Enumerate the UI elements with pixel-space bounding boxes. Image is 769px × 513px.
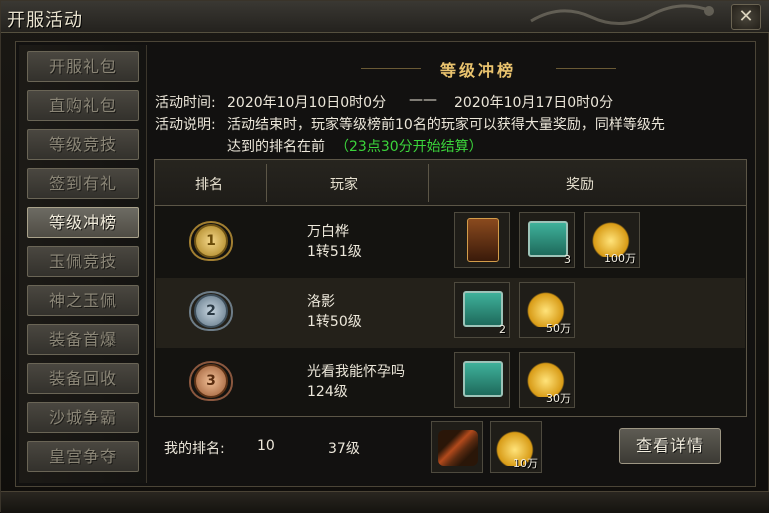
reward-slot[interactable]: 2 <box>454 282 510 338</box>
header-divider <box>428 164 429 202</box>
header-divider <box>266 164 267 202</box>
rank-table: 排名 玩家 奖励 1 万白桦 1转51级 3 100万 2 洛影 1转50级 2… <box>154 159 747 417</box>
player-level: 1转51级 <box>307 244 362 260</box>
window-title: 开服活动 <box>7 10 83 31</box>
time-end: 2020年10月17日0时0分 <box>454 95 614 111</box>
sidebar-item-god-jade[interactable]: 神之玉佩 <box>27 285 139 316</box>
time-start: 2020年10月10日0时0分 <box>227 95 387 111</box>
chest-icon <box>528 221 568 257</box>
sidebar-item-jade-contest[interactable]: 玉佩竞技 <box>27 246 139 277</box>
table-row: 3 光看我能怀孕吗 124级 30万 <box>156 348 745 418</box>
sidebar-item-level-contest[interactable]: 等级竞技 <box>27 129 139 160</box>
player-level: 1转50级 <box>307 314 362 330</box>
reward-slot[interactable] <box>454 212 510 268</box>
reward-slot[interactable]: 3 <box>519 212 575 268</box>
my-rank-value: 10 <box>257 438 275 454</box>
player-name: 光看我能怀孕吗 <box>307 364 405 380</box>
reward-slot[interactable]: 50万 <box>519 282 575 338</box>
chest-icon <box>463 291 503 327</box>
my-level-value: 37级 <box>328 441 360 457</box>
reward-slot[interactable]: 30万 <box>519 352 575 408</box>
header-divider-right <box>556 68 616 69</box>
time-separator: —— <box>409 92 437 108</box>
table-row: 2 洛影 1转50级 2 50万 <box>156 278 745 348</box>
banner-icon <box>467 218 499 262</box>
reward-qty: 30万 <box>546 392 571 405</box>
table-header: 排名 玩家 奖励 <box>155 160 746 206</box>
player-level: 124级 <box>307 384 348 400</box>
scroll-icon <box>438 430 478 466</box>
reward-qty: 50万 <box>546 322 571 335</box>
header-rank: 排名 <box>195 177 223 193</box>
activity-window: 开服活动 ✕ 开服礼包 直购礼包 等级竞技 签到有礼 等级冲榜 玉佩竞技 神之玉… <box>0 0 769 513</box>
time-label: 活动时间: <box>155 95 216 111</box>
view-details-button[interactable]: 查看详情 <box>619 428 721 464</box>
reward-qty: 100万 <box>604 252 636 265</box>
sidebar-item-first-drop[interactable]: 装备首爆 <box>27 324 139 355</box>
reward-slot[interactable] <box>454 352 510 408</box>
reward-slot[interactable]: 100万 <box>584 212 640 268</box>
chest-icon <box>463 361 503 397</box>
desc-line-2: 达到的排名在前 <box>227 139 325 155</box>
reward-qty: 3 <box>564 253 571 266</box>
player-name: 万白桦 <box>307 224 349 240</box>
bronze-medal-icon: 3 <box>194 364 228 398</box>
sidebar-item-palace-war[interactable]: 皇宫争夺 <box>27 441 139 472</box>
sidebar: 开服礼包 直购礼包 等级竞技 签到有礼 等级冲榜 玉佩竞技 神之玉佩 装备首爆 … <box>19 45 147 483</box>
dragon-ornament-icon <box>530 4 714 26</box>
close-button[interactable]: ✕ <box>731 4 761 30</box>
sidebar-item-castle-war[interactable]: 沙城争霸 <box>27 402 139 433</box>
title-bar[interactable]: 开服活动 ✕ <box>1 1 769 33</box>
desc-line-1: 活动结束时，玩家等级榜前10名的玩家可以获得大量奖励，同样等级先 <box>227 117 665 133</box>
bottom-border <box>1 491 769 513</box>
table-row: 1 万白桦 1转51级 3 100万 <box>156 208 745 278</box>
desc-label: 活动说明: <box>155 117 216 133</box>
sidebar-item-open-gift[interactable]: 开服礼包 <box>27 51 139 82</box>
my-reward-slot[interactable] <box>431 421 483 473</box>
sidebar-item-level-rank[interactable]: 等级冲榜 <box>27 207 139 238</box>
reward-qty: 2 <box>499 323 506 336</box>
sidebar-item-sign-in[interactable]: 签到有礼 <box>27 168 139 199</box>
header-player: 玩家 <box>330 177 358 193</box>
sidebar-item-recycle[interactable]: 装备回收 <box>27 363 139 394</box>
my-rank-label: 我的排名: <box>164 441 225 457</box>
player-name: 洛影 <box>307 294 335 310</box>
reward-qty: 10万 <box>513 457 538 470</box>
my-reward-slot[interactable]: 10万 <box>490 421 542 473</box>
gold-medal-icon: 1 <box>194 224 228 258</box>
settlement-time-note: （23点30分开始结算） <box>335 139 483 155</box>
sidebar-item-direct-buy[interactable]: 直购礼包 <box>27 90 139 121</box>
silver-medal-icon: 2 <box>194 294 228 328</box>
header-reward: 奖励 <box>566 177 594 193</box>
